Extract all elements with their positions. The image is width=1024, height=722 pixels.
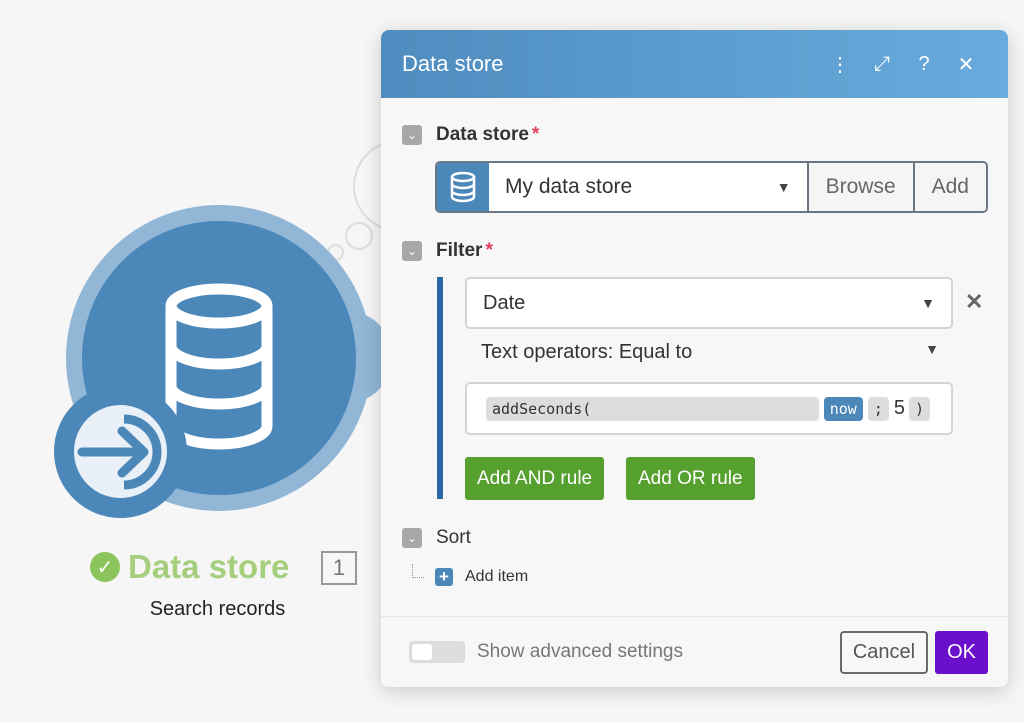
close-token: )	[908, 396, 930, 421]
caret-down-icon: ▼	[925, 341, 939, 357]
select-value: My data store	[505, 175, 633, 198]
select-value: Date	[483, 291, 526, 314]
collapse-toggle[interactable]: ⌄	[402, 241, 422, 261]
dialog-title: Data store	[402, 51, 504, 76]
data-store-select[interactable]: My data store ▼	[489, 163, 809, 211]
dialog-header: Data store ⋮ ⤢ ? ✕	[381, 30, 1008, 98]
add-or-rule-button[interactable]: Add OR rule	[626, 457, 755, 500]
help-icon[interactable]: ?	[903, 53, 945, 76]
data-store-picker: My data store ▼ Browse Add	[435, 161, 988, 213]
module-id-badge: 1	[321, 551, 357, 585]
value-text: 5	[893, 397, 905, 419]
plus-icon: +	[435, 567, 453, 586]
browse-button[interactable]: Browse	[808, 163, 913, 211]
collapse-toggle[interactable]: ⌄	[402, 528, 422, 548]
remove-rule-icon[interactable]: ✕	[965, 289, 983, 315]
more-icon[interactable]: ⋮	[819, 52, 861, 77]
close-icon[interactable]: ✕	[945, 52, 987, 77]
separator-token: ;	[867, 396, 889, 421]
required-marker: *	[485, 240, 493, 261]
cancel-button[interactable]: Cancel	[839, 630, 929, 674]
add-button[interactable]: Add	[912, 163, 986, 211]
collapse-toggle[interactable]: ⌄	[402, 125, 422, 145]
filter-field-select[interactable]: Date ▼	[465, 277, 953, 329]
filter-group-bar	[437, 277, 443, 499]
function-token: addSeconds(	[486, 396, 819, 421]
module-title: ✓ Data store	[90, 548, 289, 586]
operator-select[interactable]: Text operators: Equal to ▼	[481, 341, 939, 364]
select-value: Text operators: Equal to	[481, 341, 693, 363]
advanced-settings-label: Show advanced settings	[477, 641, 683, 662]
section-sort: ⌄ Sort	[402, 527, 471, 549]
expand-icon[interactable]: ⤢	[861, 53, 903, 76]
section-filter: ⌄ Filter *	[402, 240, 493, 262]
database-icon	[437, 163, 489, 211]
add-item-label: Add item	[465, 568, 529, 585]
arrow-right-circle-icon	[77, 414, 162, 490]
tree-connector	[412, 564, 424, 578]
caret-down-icon: ▼	[776, 179, 791, 195]
module-settings-dialog: Data store ⋮ ⤢ ? ✕ ⌄ Data store * My data…	[381, 30, 1008, 687]
dialog-footer: Show advanced settings Cancel OK	[381, 616, 1008, 687]
advanced-settings-toggle[interactable]	[409, 641, 465, 663]
section-data-store: ⌄ Data store *	[402, 124, 539, 146]
check-circle-icon: ✓	[90, 552, 120, 582]
ok-button[interactable]: OK	[935, 630, 988, 674]
section-label: Filter	[436, 240, 483, 261]
caret-down-icon: ▼	[921, 295, 935, 311]
add-and-rule-button[interactable]: Add AND rule	[465, 457, 605, 500]
section-label: Sort	[436, 527, 471, 548]
required-marker: *	[531, 124, 540, 145]
section-label: Data store	[436, 124, 529, 145]
variable-token: now	[823, 396, 863, 421]
module-subtitle: Search records	[149, 598, 286, 620]
filter-value-input[interactable]: addSeconds( now ; 5 )	[465, 382, 953, 435]
add-item-button[interactable]: + Add item	[435, 567, 529, 586]
search-badge	[68, 399, 173, 504]
